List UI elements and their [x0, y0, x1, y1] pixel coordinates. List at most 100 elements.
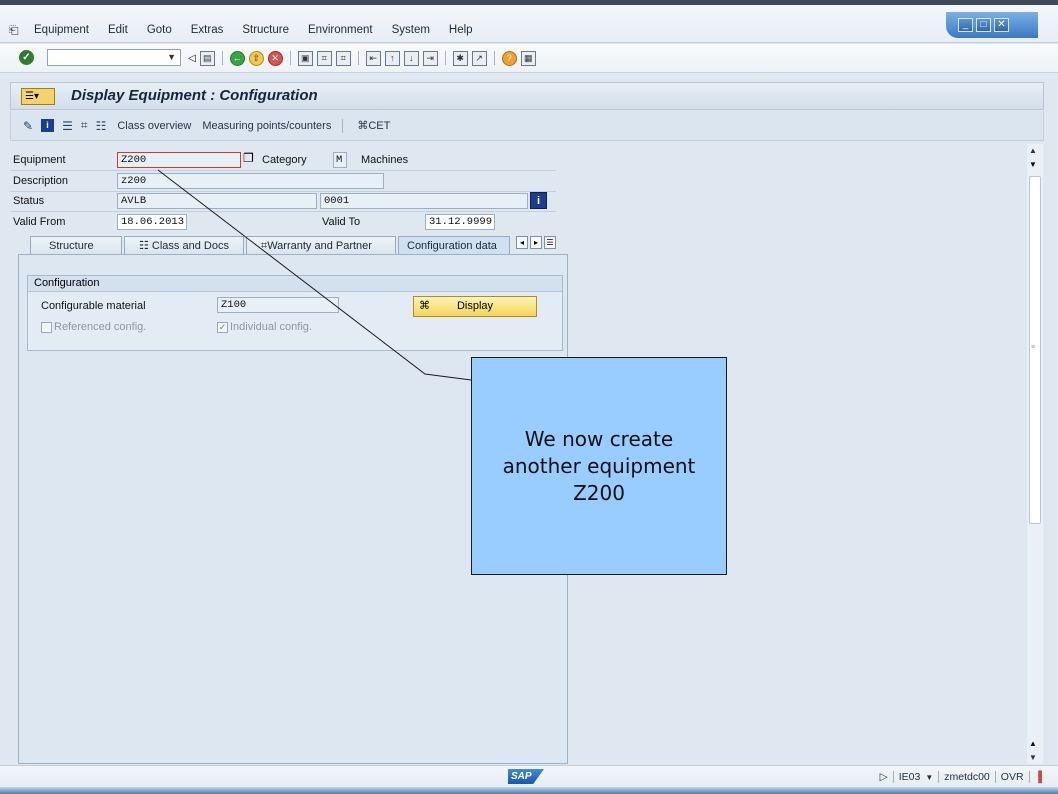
tab-warranty-label: Warranty and Partner [267, 240, 372, 252]
menu-help[interactable]: Help [449, 24, 473, 36]
screen-title-bar: ☰▾ Display Equipment : Configuration [10, 82, 1044, 110]
scroll-down-icon[interactable]: ▼ [1029, 753, 1037, 762]
toolbar-separator [289, 51, 291, 65]
transaction-dropdown-icon[interactable]: ▼ [925, 773, 933, 782]
tab-prev-icon[interactable]: ◂ [516, 236, 528, 249]
find-icon[interactable]: ⌗ [316, 50, 332, 66]
row-divider [10, 211, 556, 212]
callout-line-2: another equipment [502, 454, 696, 478]
equipment-input[interactable]: Z200 [117, 152, 241, 168]
status-input[interactable]: AVLB [117, 193, 317, 209]
minimize-icon[interactable]: _ [958, 18, 973, 32]
status-info: ▷ IE03 ▼ zmetdc00 OVR ▐ [880, 771, 1042, 783]
binoculars-icon[interactable]: ⌗ [81, 118, 88, 133]
vertical-scrollbar[interactable]: ▲ ▼ ≡ ▲ ▼ [1027, 144, 1043, 764]
scroll-down-small-icon[interactable]: ▼ [1029, 160, 1037, 169]
menu-goto[interactable]: Goto [147, 24, 172, 36]
sap-logo: SAP [508, 769, 544, 784]
status-divider [892, 771, 894, 783]
page-title: Display Equipment : Configuration [71, 87, 318, 104]
toolbar-icons: ◁ ▤ ← ⇧ ✕ ▣ ⌗ ⌗ ⇤ ↑ ↓ ⇥ ✱ ↗ ? ▦ [188, 49, 536, 67]
status-divider [1028, 771, 1030, 783]
tab-class-and-docs-label: Class and Docs [151, 240, 229, 252]
valid-from-input[interactable]: 18.06.2013 [117, 214, 187, 230]
first-page-icon[interactable]: ⇤ [365, 50, 381, 66]
next-page-icon[interactable]: ↓ [403, 50, 419, 66]
status-expand-icon[interactable]: ▷ [880, 771, 888, 783]
scroll-up-small-icon[interactable]: ▲ [1029, 739, 1037, 748]
display-button-label: Display [456, 300, 494, 312]
toolbar-separator [444, 51, 446, 65]
window-controls: _ □ ✕ [946, 12, 1038, 38]
scroll-grip-icon: ≡ [1031, 344, 1036, 351]
class-overview-button[interactable]: Class overview [117, 120, 191, 132]
configuration-group: Configuration Configurable material Z100… [27, 275, 563, 351]
menu-bar: ⎗ Equipment Edit Goto Extras Structure E… [0, 5, 1058, 43]
status-info-icon[interactable]: i [530, 192, 547, 209]
menu-edit[interactable]: Edit [108, 24, 128, 36]
status-divider [994, 771, 996, 783]
cet-button[interactable]: ⌘CET [357, 119, 390, 132]
valid-to-input[interactable]: 31.12.9999 [425, 214, 495, 230]
window-bottom-strip [0, 787, 1058, 794]
configurable-material-input[interactable]: Z100 [217, 297, 339, 313]
toolbar-separator [221, 51, 223, 65]
previous-page-icon[interactable]: ↑ [384, 50, 400, 66]
status-code-input[interactable]: 0001 [320, 193, 528, 209]
tab-warranty-and-partner[interactable]: ⌗Warranty and Partner [246, 236, 396, 256]
list-icon[interactable]: ☰ [62, 119, 73, 133]
maximize-icon[interactable]: □ [976, 18, 991, 32]
scroll-up-icon[interactable]: ▲ [1029, 146, 1037, 155]
cancel-icon[interactable]: ✕ [267, 50, 283, 66]
create-shortcut-icon[interactable]: ↗ [471, 50, 487, 66]
tab-list-icon[interactable]: ☰ [544, 236, 556, 249]
back-icon[interactable]: ← [229, 50, 245, 66]
tab-structure[interactable]: Structure [30, 236, 122, 256]
command-dropdown-icon[interactable]: ▼ [167, 52, 176, 62]
toolbar-separator [342, 118, 344, 133]
display-change-icon[interactable]: ✎ [23, 119, 33, 133]
category-text: Machines [361, 154, 409, 166]
valid-from-label: Valid From [13, 216, 66, 228]
hierarchy-icon[interactable]: ☷ [96, 119, 107, 133]
measuring-points-button[interactable]: Measuring points/counters [202, 120, 331, 132]
menu-structure[interactable]: Structure [242, 24, 289, 36]
referenced-config-checkbox[interactable]: Referenced config. [41, 321, 146, 333]
configurable-material-label: Configurable material [41, 300, 146, 312]
insert-mode[interactable]: OVR [1001, 771, 1024, 783]
save-icon[interactable]: ▤ [199, 50, 215, 66]
category-input[interactable]: M [333, 152, 347, 168]
print-icon[interactable]: ▣ [297, 50, 313, 66]
description-label: Description [13, 175, 69, 187]
menu-system[interactable]: System [392, 24, 430, 36]
status-label: Status [13, 195, 45, 207]
enter-check-icon[interactable]: ✓ [19, 50, 34, 65]
equipment-label: Equipment [13, 154, 66, 166]
menu-icon[interactable]: ☰▾ [21, 88, 55, 105]
tab-next-icon[interactable]: ▸ [530, 236, 542, 249]
menu-equipment[interactable]: Equipment [34, 24, 89, 36]
description-input[interactable]: z200 [117, 173, 384, 189]
tab-class-and-docs[interactable]: ☷ Class and Docs [124, 236, 244, 256]
copy-icon[interactable]: ❐ [243, 151, 254, 165]
find-next-icon[interactable]: ⌗ [335, 50, 351, 66]
info-icon[interactable]: i [41, 119, 55, 132]
layout-menu-icon[interactable]: ▦ [520, 50, 536, 66]
standard-toolbar: ✓ ▼ ◁ ▤ ← ⇧ ✕ ▣ ⌗ ⌗ ⇤ ↑ ↓ ⇥ ✱ ↗ ? ▦ [0, 44, 1058, 73]
server-name: zmetdc00 [944, 771, 990, 783]
create-session-icon[interactable]: ✱ [452, 50, 468, 66]
command-field[interactable]: ▼ [47, 49, 181, 66]
menu-environment[interactable]: Environment [308, 24, 373, 36]
menu-exit-icon[interactable]: ⎗ [9, 23, 19, 38]
tab-configuration-data[interactable]: Configuration data [398, 236, 510, 256]
exit-icon[interactable]: ⇧ [248, 50, 264, 66]
help-icon[interactable]: ? [501, 50, 517, 66]
menu-extras[interactable]: Extras [191, 24, 224, 36]
individual-config-checkbox[interactable]: ✓ Individual config. [217, 321, 312, 333]
collapse-arrow-icon[interactable]: ◁ [188, 53, 196, 64]
close-icon[interactable]: ✕ [994, 18, 1009, 32]
last-page-icon[interactable]: ⇥ [422, 50, 438, 66]
tab-navigation: ◂ ▸ ☰ [516, 236, 556, 249]
callout-line-1: We now create [524, 427, 674, 451]
display-button[interactable]: ⌘ Display [413, 296, 537, 317]
